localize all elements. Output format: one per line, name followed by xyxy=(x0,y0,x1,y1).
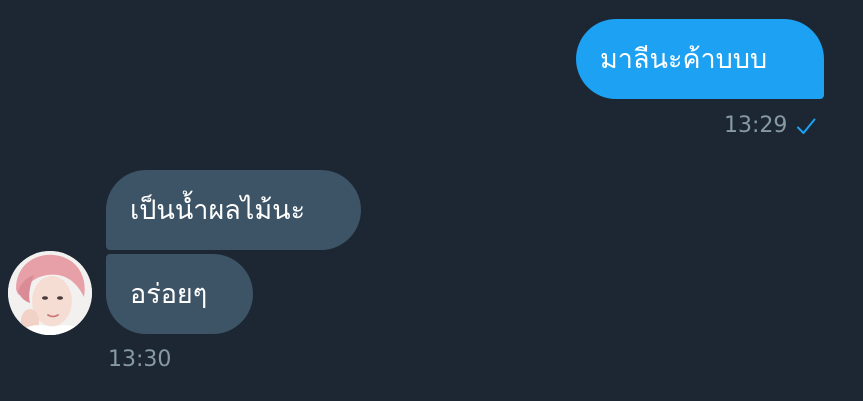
outgoing-message-text: มาลีนะค้าบบบ xyxy=(600,43,768,75)
outgoing-message-meta: 13:29 xyxy=(724,115,817,137)
incoming-message-time: 13:30 xyxy=(108,347,172,372)
incoming-message-bubble[interactable]: เป็นน้ำผลไม้นะ xyxy=(106,170,361,250)
check-icon xyxy=(797,118,816,134)
avatar-image xyxy=(8,251,92,335)
incoming-message-text: เป็นน้ำผลไม้นะ xyxy=(130,194,306,226)
contact-avatar[interactable] xyxy=(8,251,92,335)
incoming-message-text: อร่อยๆ xyxy=(130,278,208,310)
outgoing-message-bubble[interactable]: มาลีนะค้าบบบ xyxy=(576,19,824,99)
outgoing-message-time: 13:29 xyxy=(724,113,788,138)
incoming-message-bubble[interactable]: อร่อยๆ xyxy=(106,254,253,334)
